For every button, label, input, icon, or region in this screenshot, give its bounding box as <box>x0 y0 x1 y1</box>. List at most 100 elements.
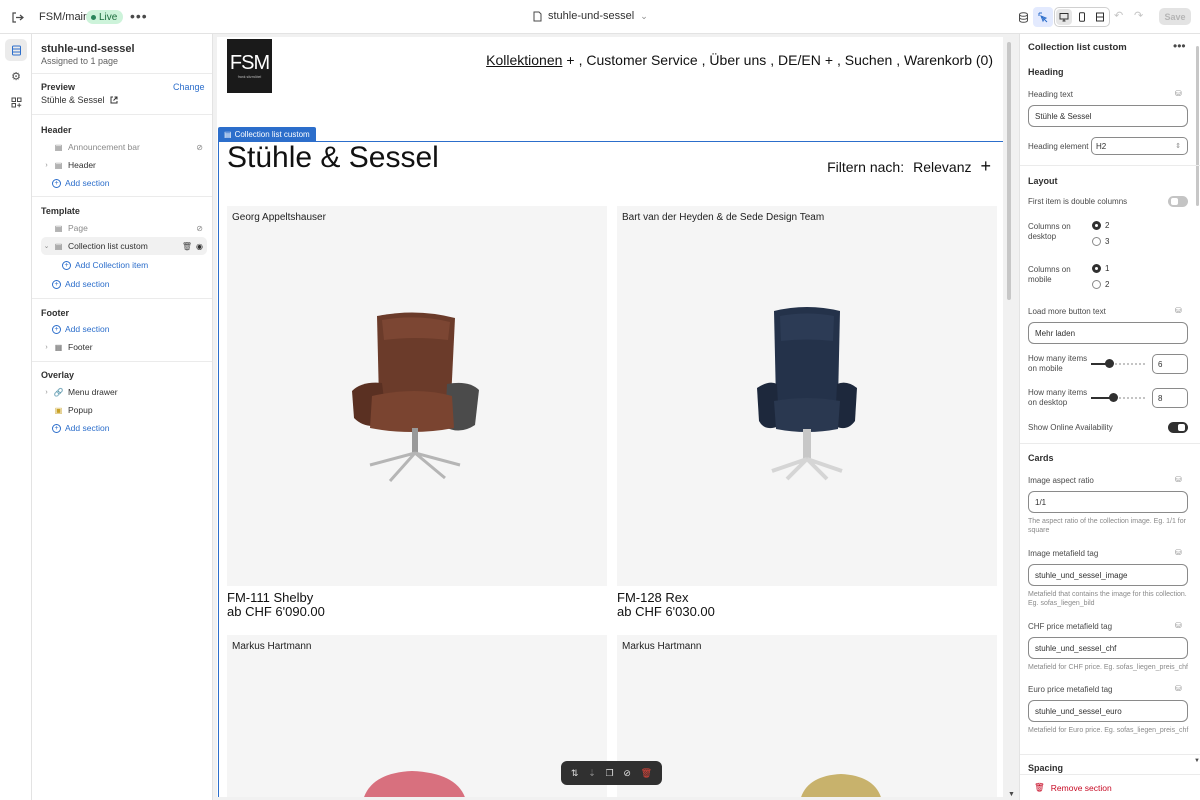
chevron-right-icon[interactable]: › <box>41 162 52 169</box>
trash-icon[interactable]: 🗑 <box>182 242 192 251</box>
aspect-ratio-input[interactable]: 1/1 <box>1028 491 1188 513</box>
eye-off-icon[interactable]: ⊘ <box>196 143 203 152</box>
dynamic-source-icon[interactable]: ⛁ <box>1175 475 1182 484</box>
store-logo[interactable]: FSM frank sitzmöbel <box>227 39 272 93</box>
heading-text-input[interactable]: Stühle & Sessel <box>1028 105 1188 127</box>
section-footer[interactable]: › ▦ Footer <box>41 338 207 356</box>
chevron-right-icon[interactable]: › <box>41 389 52 396</box>
remove-section-button[interactable]: 🗑 Remove section <box>1020 774 1200 800</box>
hide-icon[interactable]: ⊘ <box>623 768 631 779</box>
product-info[interactable]: FM-128 Rex ab CHF 6'030.00 <box>617 591 715 619</box>
heading-element-select[interactable]: H2 ⇕ <box>1091 137 1188 155</box>
divider <box>32 73 212 74</box>
sections-panel: stuhle-und-sessel Assigned to 1 page Pre… <box>32 34 213 800</box>
nav-customer-service[interactable]: , Customer Service <box>579 52 698 68</box>
apps-icon[interactable] <box>5 91 27 113</box>
fullwidth-icon[interactable] <box>1092 9 1108 25</box>
chevron-right-icon[interactable]: › <box>41 344 52 351</box>
nav-language[interactable]: , DE/EN <box>770 52 821 68</box>
live-label: Live <box>99 11 118 23</box>
exit-icon[interactable] <box>8 8 26 26</box>
panel-scrollbar[interactable] <box>1196 46 1199 206</box>
nav-suchen[interactable]: , Suchen <box>837 52 892 68</box>
dynamic-source-icon[interactable]: ⛁ <box>1175 548 1182 557</box>
move-icon[interactable]: ⇅ <box>571 768 579 779</box>
columns-mobile-option-2[interactable]: 2 <box>1092 280 1109 289</box>
move-down-icon[interactable]: ⇣ <box>588 768 596 779</box>
chevron-down-icon[interactable]: ⌄ <box>41 242 52 250</box>
image-metafield-input[interactable]: stuhle_und_sessel_image <box>1028 564 1188 586</box>
collection-card[interactable]: Bart van der Heyden & de Sede Design Tea… <box>617 206 997 586</box>
gear-icon[interactable]: ⚙ <box>5 65 27 87</box>
scroll-down-icon[interactable]: ▼ <box>1008 791 1015 798</box>
columns-desktop-option-3[interactable]: 3 <box>1092 237 1109 246</box>
items-desktop-slider[interactable] <box>1091 393 1146 402</box>
section-icon: ▦ <box>54 342 63 352</box>
chf-metafield-input[interactable]: stuhle_und_sessel_chf <box>1028 637 1188 659</box>
dynamic-source-icon[interactable]: ⛁ <box>1175 306 1182 315</box>
dynamic-source-icon[interactable]: ⛁ <box>1175 89 1182 98</box>
section-header[interactable]: › ▤ Header <box>41 156 207 174</box>
online-availability-toggle[interactable] <box>1168 422 1188 433</box>
selected-section-tag[interactable]: ▤ Collection list custom <box>218 127 316 141</box>
section-popup[interactable]: ▣ Popup <box>41 401 207 419</box>
euro-metafield-input[interactable]: stuhle_und_sessel_euro <box>1028 700 1188 722</box>
mobile-icon[interactable] <box>1074 9 1090 25</box>
add-collection-item[interactable]: + Add Collection item <box>62 260 148 270</box>
plus-icon[interactable]: + <box>566 52 574 68</box>
collection-card[interactable]: Markus Hartmann <box>617 635 997 797</box>
desktop-icon[interactable] <box>1056 9 1072 25</box>
save-button[interactable]: Save <box>1159 8 1191 25</box>
section-announcement-bar[interactable]: ▤ Announcement bar ⊘ <box>41 138 207 156</box>
items-desktop-input[interactable]: 8 <box>1152 388 1188 408</box>
add-section-header[interactable]: + Add section <box>52 178 109 188</box>
canvas-scrollbar[interactable] <box>1007 42 1011 300</box>
plus-icon[interactable]: + <box>980 156 991 177</box>
footer-group-heading: Footer <box>41 308 69 318</box>
load-more-input[interactable]: Mehr laden <box>1028 322 1188 344</box>
change-link[interactable]: Change <box>173 82 205 92</box>
page-selector[interactable]: stuhle-und-sessel ⌄ <box>533 10 648 22</box>
dynamic-source-icon[interactable]: ⛁ <box>1175 684 1182 693</box>
section-collection-list-custom[interactable]: ⌄ ▤ Collection list custom 🗑 ◉ <box>41 237 207 255</box>
plus-circle-icon: + <box>52 324 61 334</box>
duplicate-icon[interactable]: ❐ <box>606 768 614 779</box>
add-section-overlay[interactable]: + Add section <box>52 423 109 433</box>
store-name[interactable]: FSM/main <box>39 11 89 23</box>
filter-sort[interactable]: Filtern nach: Relevanz + <box>827 156 991 177</box>
sections-icon[interactable] <box>5 39 27 61</box>
nav-ueber-uns[interactable]: , Über uns <box>702 52 767 68</box>
plus-icon[interactable]: + <box>825 52 833 68</box>
redo-icon[interactable]: ↷ <box>1134 9 1143 22</box>
collection-card[interactable]: Georg Appeltshauser <box>227 206 607 586</box>
database-icon[interactable] <box>1013 7 1033 27</box>
more-icon[interactable]: ••• <box>130 8 148 24</box>
scroll-down-icon[interactable]: ▼ <box>1194 758 1200 764</box>
preview-value[interactable]: Stühle & Sessel <box>41 95 118 105</box>
columns-desktop-option-2[interactable]: 2 <box>1092 221 1109 230</box>
items-mobile-slider[interactable] <box>1091 359 1146 368</box>
more-icon[interactable]: ••• <box>1173 39 1186 53</box>
product-info[interactable]: FM-111 Shelby ab CHF 6'090.00 <box>227 591 325 619</box>
eye-off-icon[interactable]: ⊘ <box>196 224 203 233</box>
collection-card[interactable]: Markus Hartmann <box>227 635 607 797</box>
slider-thumb[interactable] <box>1105 359 1114 368</box>
add-section-footer[interactable]: + Add section <box>52 324 109 334</box>
double-columns-toggle[interactable] <box>1168 196 1188 207</box>
add-section-template[interactable]: + Add section <box>52 279 109 289</box>
columns-mobile-option-1[interactable]: 1 <box>1092 264 1109 273</box>
section-page[interactable]: ▤ Page ⊘ <box>41 219 207 237</box>
inspector-icon[interactable] <box>1033 7 1053 27</box>
lounge-chair-image <box>352 312 479 482</box>
undo-icon[interactable]: ↶ <box>1114 9 1123 22</box>
slider-thumb[interactable] <box>1109 393 1118 402</box>
nav-warenkorb[interactable]: , Warenkorb (0) <box>896 52 993 68</box>
dynamic-source-icon[interactable]: ⛁ <box>1175 621 1182 630</box>
trash-icon[interactable]: 🗑 <box>641 768 652 779</box>
section-menu-drawer[interactable]: › 🔗 Menu drawer <box>41 383 207 401</box>
items-mobile-input[interactable]: 6 <box>1152 354 1188 374</box>
nav-kollektionen[interactable]: Kollektionen <box>486 52 562 68</box>
eye-icon[interactable]: ◉ <box>196 242 203 251</box>
section-icon: ▤ <box>54 142 63 152</box>
assigned-text: Assigned to 1 page <box>41 56 119 66</box>
